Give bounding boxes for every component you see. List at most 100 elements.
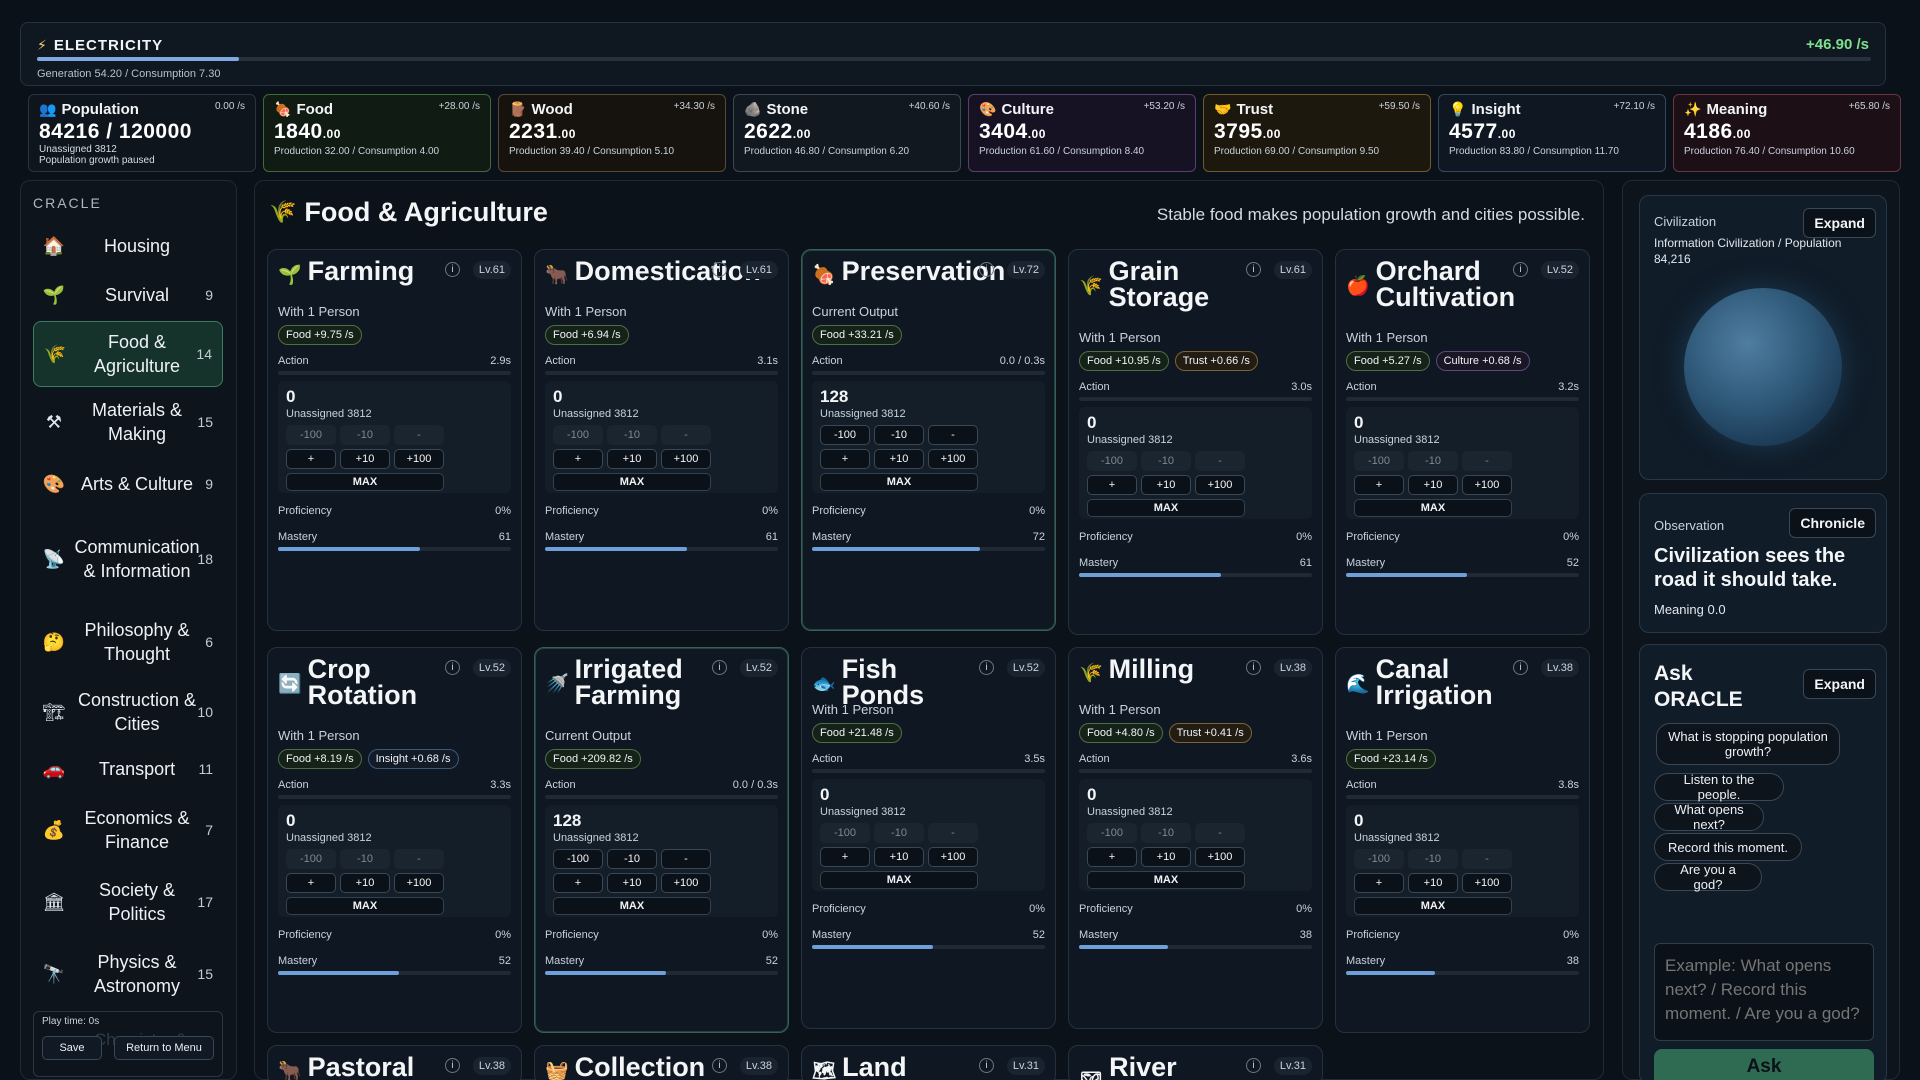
increase-button[interactable]: +10 [607,873,657,893]
increase-button[interactable]: +100 [928,449,978,469]
max-button[interactable]: MAX [286,897,444,915]
increase-button[interactable]: +10 [340,449,390,469]
decrease-button[interactable]: -10 [607,849,657,869]
info-icon[interactable]: i [445,660,460,675]
decrease-button[interactable]: -100 [1087,451,1137,471]
increase-button[interactable]: + [1087,847,1137,867]
increase-button[interactable]: + [553,449,603,469]
increase-button[interactable]: +100 [1195,847,1245,867]
decrease-button[interactable]: - [928,425,978,445]
max-button[interactable]: MAX [820,871,978,889]
sidebar-item-philosophy-and-thought[interactable]: 🤔 Philosophy & Thought 6 [33,609,223,675]
sidebar-item-physics-and-astronomy[interactable]: 🔭 Physics & Astronomy 15 [33,941,223,1007]
increase-button[interactable]: + [820,449,870,469]
increase-button[interactable]: +10 [340,873,390,893]
increase-button[interactable]: + [1354,475,1404,495]
increase-button[interactable]: +100 [394,449,444,469]
oracle-question-input[interactable] [1654,943,1874,1041]
info-icon[interactable]: i [1246,262,1261,277]
increase-button[interactable]: +100 [1195,475,1245,495]
save-button[interactable]: Save [42,1036,102,1060]
increase-button[interactable]: +10 [1408,873,1458,893]
max-button[interactable]: MAX [1087,499,1245,517]
increase-button[interactable]: +100 [394,873,444,893]
info-icon[interactable]: i [979,660,994,675]
decrease-button[interactable]: -100 [1087,823,1137,843]
increase-button[interactable]: + [1354,873,1404,893]
sidebar-item-housing[interactable]: 🏠 Housing [33,226,223,266]
sidebar-item-transport[interactable]: 🚗 Transport 11 [33,749,223,789]
decrease-button[interactable]: - [928,823,978,843]
decrease-button[interactable]: - [394,425,444,445]
max-button[interactable]: MAX [1087,871,1245,889]
info-icon[interactable]: i [445,1058,460,1073]
chronicle-button[interactable]: Chronicle [1789,508,1876,538]
info-icon[interactable]: i [712,660,727,675]
increase-button[interactable]: +100 [1462,873,1512,893]
sidebar-item-communication-and-information[interactable]: 📡 Communication & Information 18 [33,511,223,607]
decrease-button[interactable]: -100 [286,849,336,869]
decrease-button[interactable]: -100 [553,849,603,869]
decrease-button[interactable]: - [1195,451,1245,471]
sidebar-item-food-and-agriculture[interactable]: 🌾 Food & Agriculture 14 [33,321,223,387]
decrease-button[interactable]: -100 [553,425,603,445]
increase-button[interactable]: + [820,847,870,867]
decrease-button[interactable]: -10 [874,425,924,445]
max-button[interactable]: MAX [553,897,711,915]
suggestion-chip-what-opens-next[interactable]: What opens next? [1654,802,1764,832]
decrease-button[interactable]: - [1462,849,1512,869]
increase-button[interactable]: +10 [607,449,657,469]
max-button[interactable]: MAX [286,473,444,491]
civilization-expand-button[interactable]: Expand [1803,208,1876,238]
increase-button[interactable]: +10 [1141,847,1191,867]
info-icon[interactable]: i [1513,262,1528,277]
ask-expand-button[interactable]: Expand [1803,669,1876,699]
decrease-button[interactable]: - [661,849,711,869]
info-icon[interactable]: i [979,1058,994,1073]
info-icon[interactable]: i [712,262,727,277]
info-icon[interactable]: i [1246,660,1261,675]
decrease-button[interactable]: -10 [1141,451,1191,471]
decrease-button[interactable]: - [1195,823,1245,843]
info-icon[interactable]: i [712,1058,727,1073]
suggestion-chip-what-is-stopping-population-growth[interactable]: What is stopping population growth? [1656,723,1840,765]
decrease-button[interactable]: -100 [820,425,870,445]
increase-button[interactable]: + [286,449,336,469]
info-icon[interactable]: i [1513,660,1528,675]
decrease-button[interactable]: -100 [1354,849,1404,869]
ask-button[interactable]: Ask [1654,1049,1874,1080]
decrease-button[interactable]: -100 [820,823,870,843]
increase-button[interactable]: +100 [661,449,711,469]
sidebar-item-construction-and-cities[interactable]: 🏗 Construction & Cities 10 [33,679,223,745]
max-button[interactable]: MAX [553,473,711,491]
decrease-button[interactable]: -10 [607,425,657,445]
return-to-menu-button[interactable]: Return to Menu [114,1036,214,1060]
increase-button[interactable]: + [553,873,603,893]
suggestion-chip-listen-to-the-people[interactable]: Listen to the people. [1654,772,1784,802]
suggestion-chip-are-you-a-god[interactable]: Are you a god? [1654,862,1762,892]
increase-button[interactable]: + [286,873,336,893]
increase-button[interactable]: +10 [1408,475,1458,495]
decrease-button[interactable]: -10 [340,849,390,869]
sidebar-item-arts-and-culture[interactable]: 🎨 Arts & Culture 9 [33,464,223,504]
info-icon[interactable]: i [979,262,994,277]
sidebar-item-survival[interactable]: 🌱 Survival 9 [33,275,223,315]
decrease-button[interactable]: -10 [1408,451,1458,471]
info-icon[interactable]: i [1246,1058,1261,1073]
decrease-button[interactable]: -10 [340,425,390,445]
increase-button[interactable]: + [1087,475,1137,495]
decrease-button[interactable]: -10 [1141,823,1191,843]
increase-button[interactable]: +10 [874,449,924,469]
increase-button[interactable]: +100 [1462,475,1512,495]
sidebar-item-materials-and-making[interactable]: ⚒ Materials & Making 15 [33,389,223,455]
sidebar-item-society-and-politics[interactable]: 🏛 Society & Politics 17 [33,869,223,935]
decrease-button[interactable]: - [394,849,444,869]
decrease-button[interactable]: -100 [1354,451,1404,471]
increase-button[interactable]: +100 [928,847,978,867]
increase-button[interactable]: +10 [874,847,924,867]
decrease-button[interactable]: -10 [874,823,924,843]
max-button[interactable]: MAX [820,473,978,491]
decrease-button[interactable]: - [1462,451,1512,471]
increase-button[interactable]: +10 [1141,475,1191,495]
max-button[interactable]: MAX [1354,499,1512,517]
